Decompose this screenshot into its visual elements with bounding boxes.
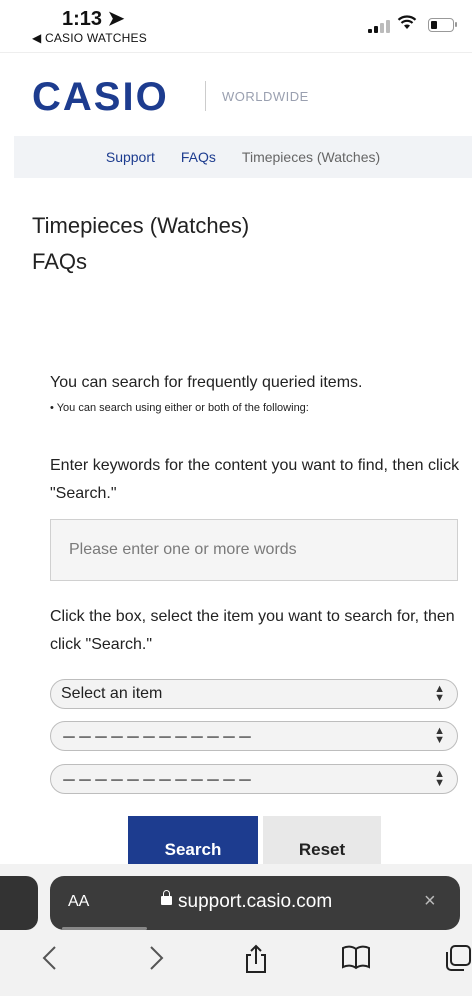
category-select-3[interactable]: －－－－－－－－－－－－ ▲ ▼ (50, 764, 458, 794)
wifi-icon (397, 15, 417, 29)
cellular-signal-icon (368, 20, 390, 33)
breadcrumb: Support FAQs Timepieces (Watches) (14, 136, 472, 178)
browser-toolbar: AA support.casio.com × (0, 864, 472, 996)
back-icon[interactable] (40, 944, 60, 972)
previous-tab-peek[interactable] (0, 876, 38, 930)
select-chevron-icon: ▲ ▼ (434, 683, 445, 704)
select-chevron-icon: ▲ ▼ (434, 768, 445, 789)
select-instruction: Click the box, select the item you want … (50, 608, 455, 653)
category-select-2[interactable]: －－－－－－－－－－－－ ▲ ▼ (50, 721, 458, 751)
keyword-instruction: Enter keywords for the content you want … (50, 457, 460, 502)
breadcrumb-support[interactable]: Support (106, 149, 155, 165)
location-arrow-icon: ➤ (107, 8, 125, 30)
page-title-line2: FAQs (32, 249, 88, 274)
share-icon[interactable] (243, 944, 269, 974)
site-header: CASIO WORLDWIDE (0, 52, 472, 137)
search-intro: You can search for frequently queried it… (50, 374, 363, 391)
url-text[interactable]: support.casio.com (178, 891, 332, 913)
text-size-button[interactable]: AA (68, 893, 89, 911)
lock-icon (161, 890, 172, 905)
category-select-1[interactable]: Select an item ▲ ▼ (50, 679, 458, 709)
page-load-progress (62, 927, 147, 930)
tabs-icon[interactable] (444, 944, 472, 972)
close-icon[interactable]: × (424, 890, 436, 913)
select-value: Select an item (61, 685, 163, 702)
page-title-line1: Timepieces (Watches) (32, 213, 250, 238)
status-bar: 1:13 ➤ ◀ CASIO WATCHES (0, 0, 472, 50)
select-value: －－－－－－－－－－－－ (61, 773, 254, 790)
keyword-search-input[interactable] (50, 519, 458, 581)
breadcrumb-current: Timepieces (Watches) (241, 149, 381, 165)
search-note: • You can search using either or both of… (50, 402, 309, 414)
back-to-app-link[interactable]: ◀ CASIO WATCHES (32, 31, 147, 45)
casio-logo[interactable]: CASIO (32, 75, 169, 120)
breadcrumb-faqs[interactable]: FAQs (181, 149, 216, 165)
page-title: Timepieces (Watches) FAQs (32, 208, 249, 280)
battery-icon (428, 18, 457, 32)
bookmarks-icon[interactable] (341, 944, 371, 970)
select-chevron-icon: ▲ ▼ (434, 725, 445, 746)
logo-divider (205, 81, 206, 111)
address-bar[interactable]: AA support.casio.com × (50, 876, 460, 930)
select-value: －－－－－－－－－－－－ (61, 730, 254, 747)
forward-icon[interactable] (146, 944, 166, 972)
region-label[interactable]: WORLDWIDE (222, 89, 309, 104)
status-time: 1:13 ➤ (62, 8, 125, 30)
